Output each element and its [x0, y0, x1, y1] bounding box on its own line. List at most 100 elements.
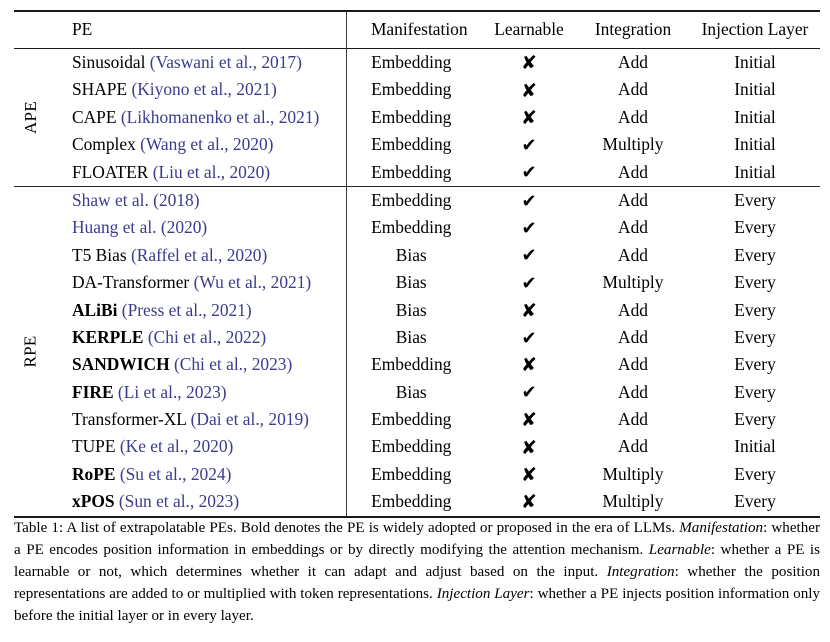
check-icon: ✔: [521, 134, 537, 156]
table-header-row: PE Manifestation Learnable Integration Injec…: [14, 10, 820, 49]
citation-link[interactable]: Shaw et al. (2018): [72, 190, 200, 210]
manifestation-cell: Embedding: [345, 214, 482, 242]
pe-name: DA-Transformer: [72, 272, 190, 293]
injection-layer-cell: Every: [734, 244, 776, 265]
manifestation-cell: Embedding: [345, 488, 482, 517]
learnable-cell: ✘: [482, 433, 576, 460]
integration-cell: Multiply: [602, 463, 664, 484]
citation-link[interactable]: (Kiyono et al., 2021): [131, 79, 276, 99]
injection-layer-cell: Initial: [734, 134, 776, 155]
citation-link[interactable]: (Wang et al., 2020): [140, 134, 273, 154]
citation-link[interactable]: (Press et al., 2021): [122, 300, 252, 320]
manifestation-cell: Embedding: [345, 433, 482, 461]
integration-cell: Multiply: [602, 272, 664, 293]
integration-cell: Add: [618, 244, 648, 265]
cross-icon: ✘: [521, 491, 537, 514]
check-icon: ✔: [521, 190, 537, 212]
pe-name-cell: Shaw et al. (2018): [44, 185, 346, 215]
cross-icon: ✘: [521, 436, 537, 459]
group-label-rpe: RPE: [14, 185, 44, 517]
cross-icon: ✘: [521, 52, 537, 75]
citation-link[interactable]: (Raffel et al., 2020): [131, 245, 267, 265]
column-header-manifestation: Manifestation: [345, 10, 482, 49]
pe-name-cell: SANDWICH (Chi et al., 2023): [44, 351, 346, 378]
citation-link[interactable]: (Vaswani et al., 2017): [150, 52, 302, 72]
citation-link[interactable]: (Liu et al., 2020): [153, 162, 270, 182]
integration-cell: Add: [618, 354, 648, 375]
pe-name-cell: SHAPE (Kiyono et al., 2021): [44, 76, 346, 103]
pe-name-cell: Huang et al. (2020): [44, 214, 346, 241]
injection-layer-cell: Initial: [734, 436, 776, 457]
pe-name-cell: CAPE (Likhomanenko et al., 2021): [44, 104, 346, 131]
pe-name-cell: FIRE (Li et al., 2023): [44, 379, 346, 406]
injection-layer-cell: Every: [734, 217, 776, 238]
manifestation-cell: Bias: [345, 378, 482, 407]
integration-cell: Add: [618, 436, 648, 457]
table-row: xPOS (Sun et al., 2023) Embedding ✘ Multipl…: [14, 488, 820, 517]
table-figure-page: PE Manifestation Learnable Integration Injec…: [0, 0, 830, 642]
cross-icon: ✘: [521, 409, 537, 432]
citation-link[interactable]: (Li et al., 2023): [118, 382, 227, 402]
manifestation-cell: Embedding: [345, 48, 482, 77]
citation-link[interactable]: (Wu et al., 2021): [194, 272, 312, 292]
manifestation-cell: Embedding: [345, 406, 482, 434]
integration-cell: Add: [618, 106, 648, 127]
manifestation-cell: Bias: [345, 269, 482, 297]
table-row: SHAPE (Kiyono et al., 2021) Embedding ✘ Add…: [14, 76, 820, 104]
table-caption: Table 1: A list of extrapolatable PEs. B…: [14, 518, 820, 628]
integration-cell: Add: [618, 381, 648, 402]
check-icon: ✔: [521, 245, 537, 267]
manifestation-cell: Embedding: [345, 460, 482, 489]
table-row: DA-Transformer (Wu et al., 2021) Bias ✔ Mul…: [14, 269, 820, 297]
learnable-cell: ✔: [482, 159, 576, 187]
learnable-cell: ✘: [482, 104, 576, 131]
table-row: CAPE (Likhomanenko et al., 2021) Embeddin…: [14, 103, 820, 132]
injection-layer-cell: Initial: [734, 79, 776, 100]
learnable-cell: ✘: [482, 297, 576, 324]
pe-name: xPOS: [72, 491, 115, 512]
injection-layer-cell: Initial: [734, 106, 776, 127]
citation-link[interactable]: (Ke et al., 2020): [120, 436, 233, 456]
injection-layer-cell: Every: [734, 381, 776, 402]
citation-link[interactable]: (Likhomanenko et al., 2021): [121, 107, 320, 127]
caption-term: Integration: [606, 563, 675, 580]
learnable-cell: ✘: [482, 351, 576, 378]
learnable-cell: ✘: [482, 48, 576, 77]
pe-name-cell: KERPLE (Chi et al., 2022): [44, 324, 346, 351]
learnable-cell: ✘: [482, 461, 576, 488]
citation-link[interactable]: (Dai et al., 2019): [191, 409, 309, 429]
caption-label: Table 1:: [14, 520, 64, 536]
caption-body: A list of extrapolatable PEs. Bold denot…: [14, 520, 820, 624]
pe-name: ALiBi: [72, 299, 118, 320]
pe-name-cell: T5 Bias (Raffel et al., 2020): [44, 242, 346, 269]
integration-cell: Multiply: [602, 491, 664, 512]
caption-term: Manifestation: [679, 520, 764, 536]
citation-link[interactable]: (Su et al., 2024): [120, 464, 232, 484]
learnable-cell: ✔: [482, 242, 576, 269]
table-row: SANDWICH (Chi et al., 2023) Embedding ✘ Add…: [14, 351, 820, 379]
table-row: RPE Shaw et al. (2018) Embedding ✔ Add Every: [14, 185, 820, 517]
citation-link[interactable]: Huang et al. (2020): [72, 217, 207, 237]
injection-layer-cell: Initial: [734, 161, 776, 182]
injection-layer-cell: Every: [734, 463, 776, 484]
pe-name-cell: Transformer-XL (Dai et al., 2019): [44, 406, 346, 433]
learnable-cell: ✔: [482, 185, 576, 215]
citation-link[interactable]: (Sun et al., 2023): [119, 491, 239, 511]
check-icon: ✔: [521, 327, 537, 349]
caption-term: Learnable: [648, 541, 711, 558]
table-row: Transformer-XL (Dai et al., 2019) Embeddi…: [14, 406, 820, 434]
cross-icon: ✘: [521, 106, 537, 129]
pe-name: RoPE: [72, 463, 116, 484]
table-row: FLOATER (Liu et al., 2020) Embedding ✔ Add I…: [14, 158, 820, 187]
injection-layer-cell: Initial: [690, 48, 820, 77]
check-icon: ✔: [521, 382, 537, 404]
integration-cell: Add: [618, 161, 648, 182]
citation-link[interactable]: (Chi et al., 2023): [174, 354, 292, 374]
citation-link[interactable]: (Chi et al., 2022): [148, 327, 266, 347]
cross-icon: ✘: [521, 354, 537, 377]
learnable-cell: ✔: [482, 324, 576, 351]
table-row: FIRE (Li et al., 2023) Bias ✔ Add Every: [14, 378, 820, 407]
manifestation-cell: Embedding: [345, 131, 482, 159]
injection-layer-cell: Every: [734, 354, 776, 375]
injection-layer-cell: Every: [734, 299, 776, 320]
